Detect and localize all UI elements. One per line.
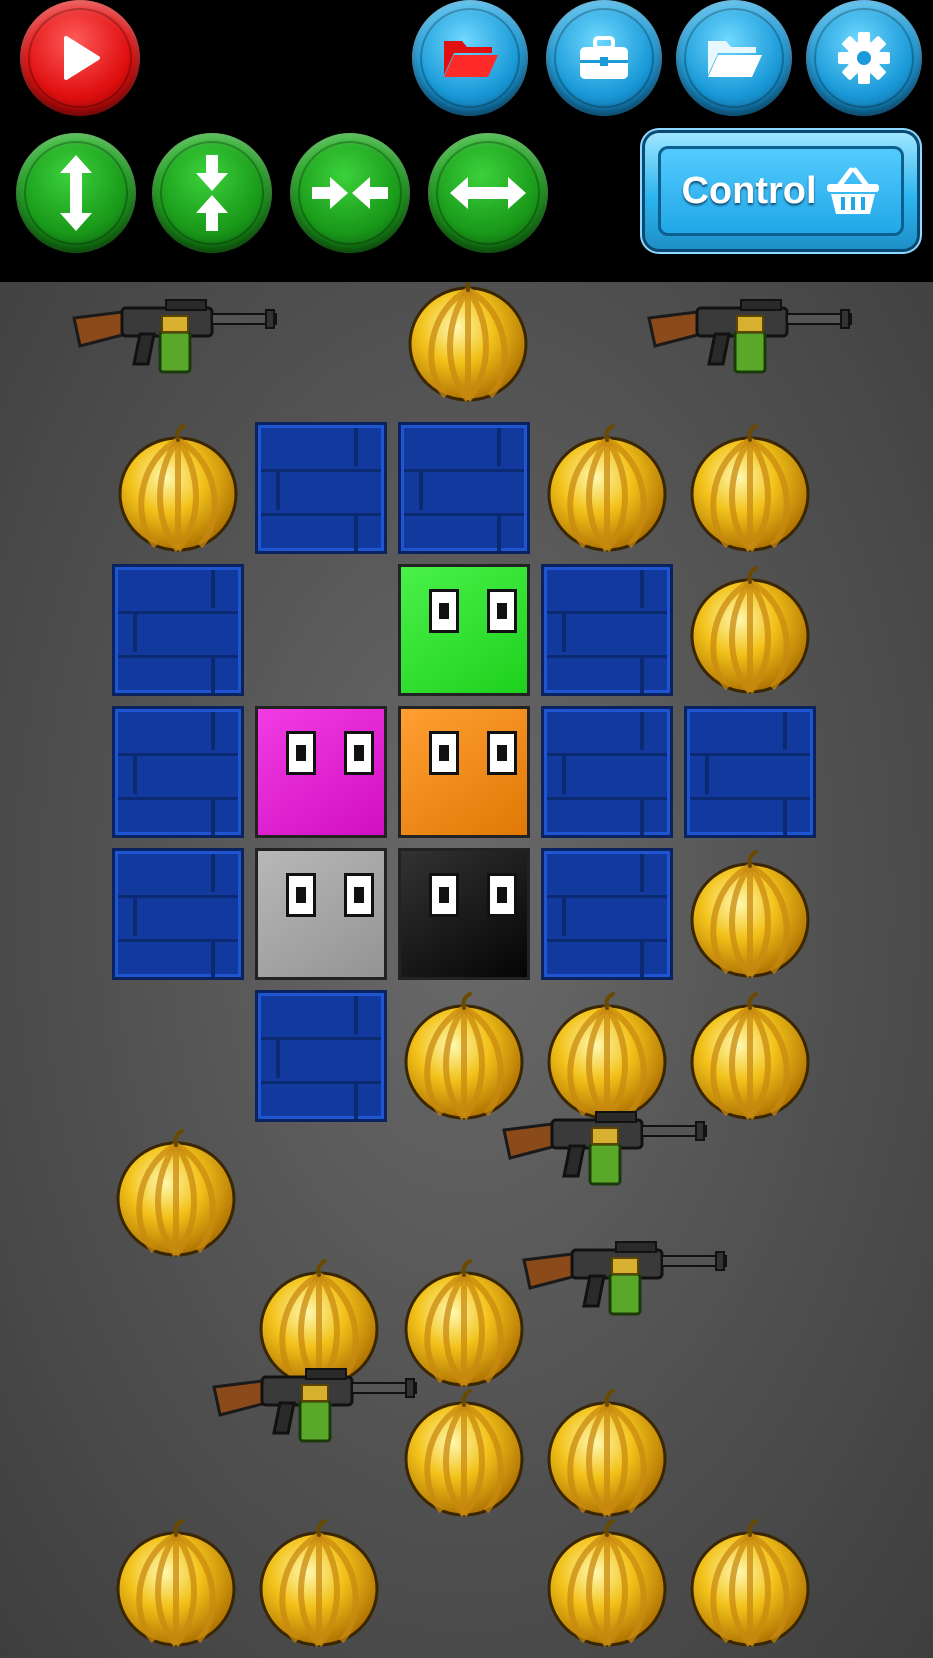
- golden-melon: [541, 1387, 673, 1519]
- briefcase-button[interactable]: [546, 0, 662, 116]
- melon-icon: [690, 1519, 810, 1647]
- golden-melon: [684, 1517, 816, 1649]
- arrows-compress-vertical-icon: [196, 155, 228, 231]
- golden-melon: [112, 422, 244, 554]
- golden-melon: [110, 1127, 242, 1259]
- eye-icon: [487, 873, 517, 917]
- gear-icon: [838, 32, 890, 84]
- eye-icon: [344, 731, 374, 775]
- golden-melon: [684, 848, 816, 980]
- magenta-blob[interactable]: [255, 706, 387, 838]
- machine-gun-icon: [72, 299, 277, 374]
- eye-icon: [429, 589, 459, 633]
- melon-icon: [547, 424, 667, 552]
- arrows-expand-vertical-icon: [60, 155, 92, 231]
- melon-icon: [118, 424, 238, 552]
- control-button-face: Control: [658, 146, 904, 236]
- black-blob[interactable]: [398, 848, 530, 980]
- machine-gun-icon: [647, 299, 852, 374]
- open-folder-button[interactable]: [676, 0, 792, 116]
- brick-block: [541, 564, 673, 696]
- brick-block: [541, 848, 673, 980]
- game-board[interactable]: [0, 282, 933, 1658]
- play-icon: [64, 36, 100, 80]
- arrows-compress-horizontal-icon: [312, 177, 388, 209]
- melon-icon: [547, 1519, 667, 1647]
- play-button[interactable]: [20, 0, 140, 116]
- machine-gun-icon: [522, 1241, 727, 1316]
- brick-block: [255, 422, 387, 554]
- toolbar: Control: [0, 0, 933, 282]
- compress-vertical-button[interactable]: [152, 133, 272, 253]
- brick-block: [398, 422, 530, 554]
- brick-block: [255, 990, 387, 1122]
- brick-block: [112, 706, 244, 838]
- melon-icon: [690, 850, 810, 978]
- folder-open-icon: [708, 41, 762, 77]
- folder-open-icon: [444, 41, 498, 77]
- brick-block: [684, 706, 816, 838]
- melon-icon: [116, 1519, 236, 1647]
- gray-blob[interactable]: [255, 848, 387, 980]
- brick-block: [112, 848, 244, 980]
- orange-blob[interactable]: [398, 706, 530, 838]
- eye-icon: [487, 589, 517, 633]
- golden-melon: [402, 282, 534, 404]
- melon-icon: [408, 282, 528, 402]
- golden-melon: [253, 1517, 385, 1649]
- golden-melon: [684, 564, 816, 696]
- golden-melon: [541, 422, 673, 554]
- melon-icon: [259, 1519, 379, 1647]
- settings-button[interactable]: [806, 0, 922, 116]
- expand-horizontal-button[interactable]: [428, 133, 548, 253]
- brick-block: [541, 706, 673, 838]
- control-label: Control: [681, 169, 817, 212]
- eye-icon: [429, 731, 459, 775]
- briefcase-icon: [580, 36, 628, 79]
- melon-icon: [690, 566, 810, 694]
- green-blob[interactable]: [398, 564, 530, 696]
- open-red-folder-button[interactable]: [412, 0, 528, 116]
- basket-icon: [826, 167, 879, 214]
- compress-horizontal-button[interactable]: [290, 133, 410, 253]
- golden-melon: [541, 1517, 673, 1649]
- control-button[interactable]: Control: [645, 133, 917, 249]
- golden-melon: [110, 1517, 242, 1649]
- eye-icon: [487, 731, 517, 775]
- melon-icon: [690, 424, 810, 552]
- arrows-expand-horizontal-icon: [450, 177, 526, 209]
- eye-icon: [429, 873, 459, 917]
- eye-icon: [344, 873, 374, 917]
- melon-icon: [116, 1129, 236, 1257]
- melon-icon: [547, 1389, 667, 1517]
- expand-vertical-button[interactable]: [16, 133, 136, 253]
- machine-gun-icon: [212, 1368, 417, 1443]
- eye-icon: [286, 873, 316, 917]
- machine-gun-icon: [502, 1111, 707, 1186]
- brick-block: [112, 564, 244, 696]
- eye-icon: [286, 731, 316, 775]
- golden-melon: [684, 422, 816, 554]
